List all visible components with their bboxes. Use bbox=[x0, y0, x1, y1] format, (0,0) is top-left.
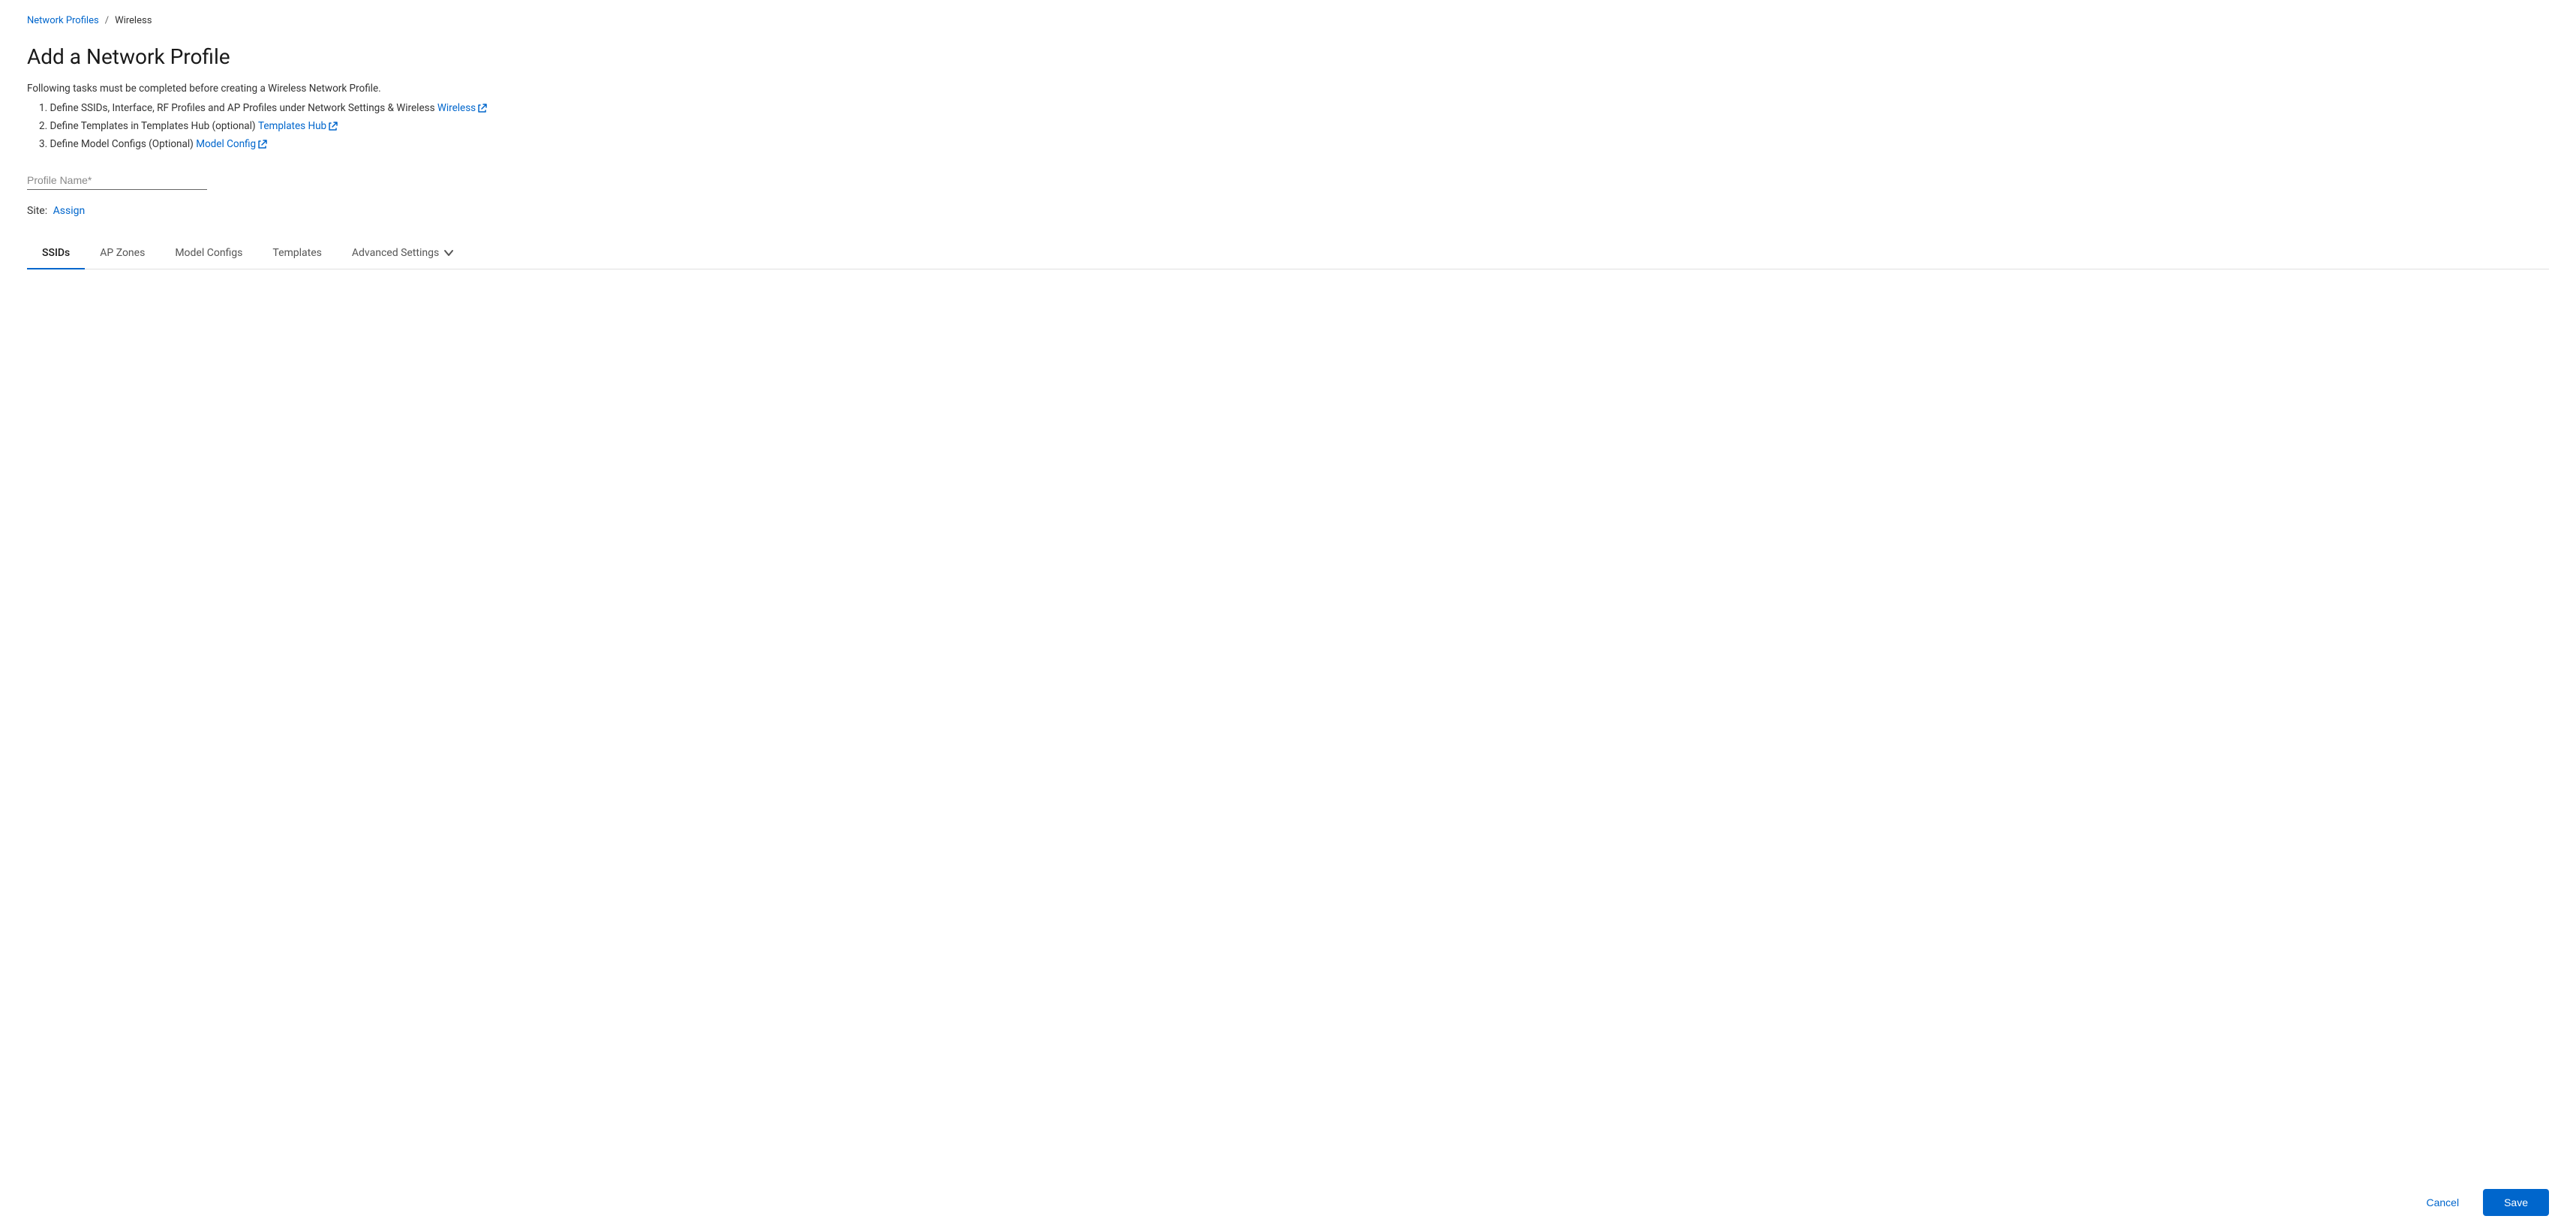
step-1-text: 1. Define SSIDs, Interface, RF Profiles … bbox=[39, 102, 437, 114]
cancel-button[interactable]: Cancel bbox=[2411, 1189, 2474, 1216]
external-link-icon bbox=[478, 104, 487, 113]
breadcrumb-current: Wireless bbox=[115, 15, 152, 26]
site-row: Site: Assign bbox=[27, 205, 2549, 217]
chevron-down-icon bbox=[443, 248, 454, 258]
tab-model-configs[interactable]: Model Configs bbox=[160, 238, 257, 269]
tabs-container: SSIDs AP Zones Model Configs Templates A… bbox=[27, 238, 2549, 269]
form-section bbox=[27, 171, 2549, 190]
external-link-icon-3 bbox=[258, 140, 267, 149]
templates-hub-link[interactable]: Templates Hub bbox=[258, 120, 338, 132]
breadcrumb: Network Profiles / Wireless bbox=[27, 15, 2549, 26]
tab-ssids[interactable]: SSIDs bbox=[27, 238, 85, 269]
step-3-text: 3. Define Model Configs (Optional) bbox=[39, 138, 196, 150]
instruction-step-2: 2. Define Templates in Templates Hub (op… bbox=[39, 120, 2549, 132]
step-2-text: 2. Define Templates in Templates Hub (op… bbox=[39, 120, 258, 132]
bottom-actions: Cancel Save bbox=[2384, 1174, 2576, 1231]
tabs: SSIDs AP Zones Model Configs Templates A… bbox=[27, 238, 2549, 269]
save-button[interactable]: Save bbox=[2483, 1189, 2549, 1216]
model-config-link[interactable]: Model Config bbox=[196, 138, 267, 150]
instructions-list: 1. Define SSIDs, Interface, RF Profiles … bbox=[27, 102, 2549, 150]
tab-templates[interactable]: Templates bbox=[257, 238, 337, 269]
external-link-icon-2 bbox=[329, 122, 338, 131]
instruction-step-1: 1. Define SSIDs, Interface, RF Profiles … bbox=[39, 102, 2549, 114]
site-label: Site: bbox=[27, 205, 47, 217]
tab-advanced-settings[interactable]: Advanced Settings bbox=[337, 238, 469, 269]
breadcrumb-separator: / bbox=[105, 15, 109, 26]
profile-name-input[interactable] bbox=[27, 171, 207, 190]
tab-content bbox=[27, 269, 2549, 720]
tab-ap-zones[interactable]: AP Zones bbox=[85, 238, 160, 269]
tab-advanced-settings-label: Advanced Settings bbox=[352, 247, 439, 259]
instructions-text: Following tasks must be completed before… bbox=[27, 83, 2549, 95]
page-title: Add a Network Profile bbox=[27, 44, 2549, 69]
wireless-link[interactable]: Wireless bbox=[437, 102, 487, 114]
breadcrumb-network-profiles[interactable]: Network Profiles bbox=[27, 15, 99, 26]
site-assign-link[interactable]: Assign bbox=[53, 205, 86, 217]
instruction-step-3: 3. Define Model Configs (Optional) Model… bbox=[39, 138, 2549, 150]
